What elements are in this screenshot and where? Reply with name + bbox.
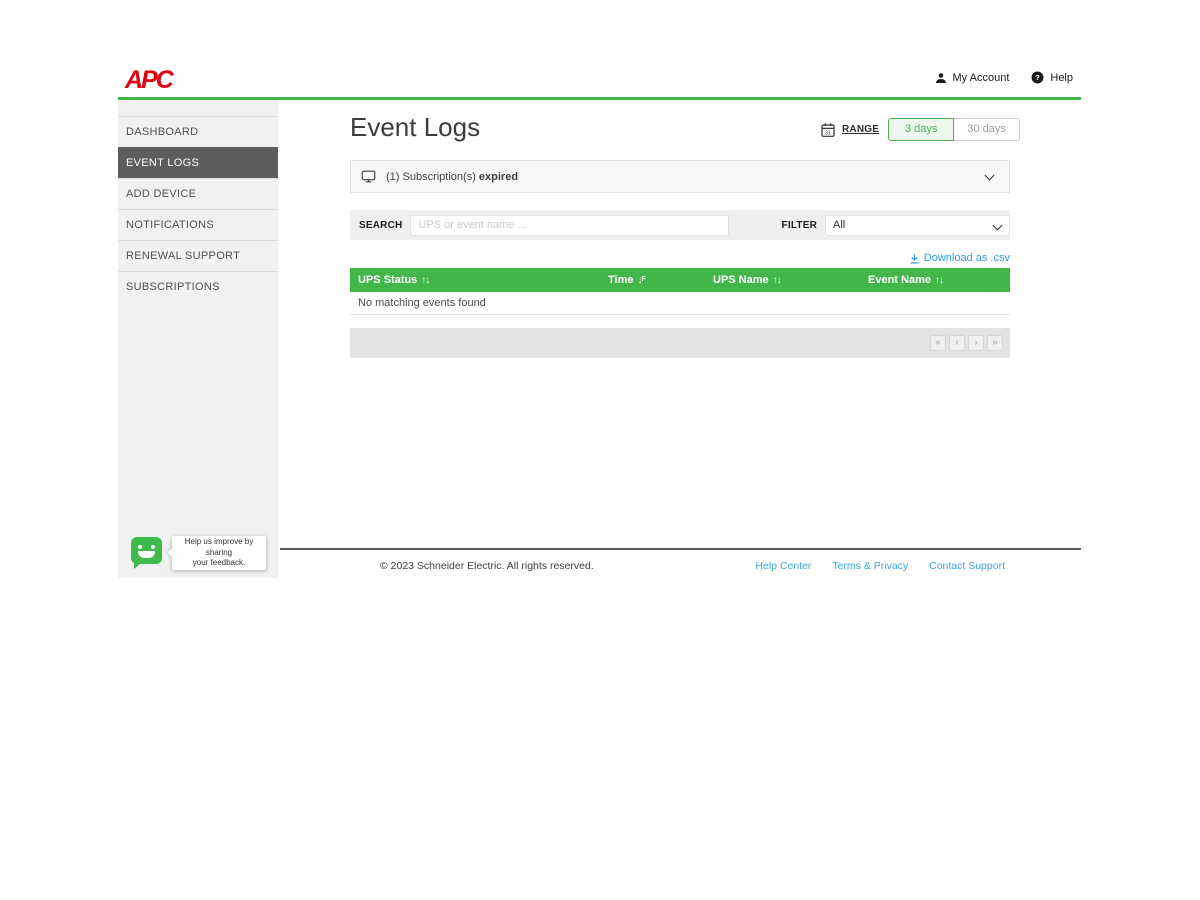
sort-icon: ↑↓ — [421, 275, 429, 286]
column-ups-name[interactable]: UPS Name↑↓ — [713, 268, 781, 293]
filter-select[interactable]: All — [825, 215, 1010, 236]
event-table-header: UPS Status↑↓ Time↓F UPS Name↑↓ Event Nam… — [350, 268, 1010, 292]
column-time[interactable]: Time↓F — [608, 268, 646, 293]
footer-divider — [280, 548, 1081, 550]
pagination-bar: « ‹ › » — [350, 328, 1010, 358]
sidebar-item-renewal-support[interactable]: RENEWAL SUPPORT — [118, 240, 278, 271]
filter-label: FILTER — [782, 220, 817, 231]
calendar-31-icon[interactable]: 31 — [820, 122, 836, 138]
account-area: My Account ? Help — [935, 71, 1073, 84]
sidebar-item-notifications[interactable]: NOTIFICATIONS — [118, 209, 278, 240]
help-label: Help — [1050, 72, 1073, 84]
sidebar-spacer — [118, 100, 278, 116]
help-button[interactable]: ? Help — [1031, 71, 1073, 84]
page-title: Event Logs — [350, 112, 480, 143]
sidebar-item-dashboard[interactable]: DASHBOARD — [118, 116, 278, 147]
range-toggle: 3 days 30 days — [888, 118, 1020, 141]
empty-table-message: No matching events found — [350, 292, 1010, 315]
subscription-notice[interactable]: (1) Subscription(s) expired — [350, 160, 1010, 193]
search-label: SEARCH — [359, 220, 402, 231]
monitor-icon — [361, 169, 376, 184]
help-center-link[interactable]: Help Center — [755, 560, 811, 572]
feedback-tooltip: Help us improve by sharing your feedback… — [172, 536, 266, 570]
my-account-label: My Account — [953, 72, 1010, 84]
download-icon — [909, 253, 920, 264]
range-30-days-button[interactable]: 30 days — [954, 118, 1020, 141]
next-page-button[interactable]: › — [968, 335, 984, 351]
my-account-button[interactable]: My Account — [935, 72, 1010, 84]
notice-highlight: expired — [479, 171, 518, 183]
feedback-smiley-icon[interactable] — [131, 537, 162, 564]
range-3-days-button[interactable]: 3 days — [888, 118, 954, 141]
column-event-name[interactable]: Event Name↑↓ — [868, 268, 943, 293]
user-icon — [935, 72, 947, 84]
pagination-buttons: « ‹ › » — [930, 335, 1003, 351]
search-input[interactable] — [410, 215, 728, 236]
sort-icon: ↑↓ — [935, 275, 943, 286]
apc-logo[interactable]: APC — [125, 66, 172, 95]
footer-links: Help Center Terms & Privacy Contact Supp… — [355, 560, 1005, 572]
sidebar-item-event-logs[interactable]: EVENT LOGS — [118, 147, 278, 178]
sort-suffix: F — [641, 276, 645, 283]
prev-page-button[interactable]: ‹ — [949, 335, 965, 351]
contact-support-link[interactable]: Contact Support — [929, 560, 1005, 572]
download-row: Download as .csv — [350, 252, 1010, 267]
range-control: 31 RANGE 3 days 30 days — [820, 118, 1020, 141]
sidebar-item-add-device[interactable]: ADD DEVICE — [118, 178, 278, 209]
column-ups-status[interactable]: UPS Status↑↓ — [358, 268, 429, 293]
terms-privacy-link[interactable]: Terms & Privacy — [832, 560, 908, 572]
sort-icon: ↑↓ — [773, 275, 781, 286]
sidebar-item-subscriptions[interactable]: SUBSCRIPTIONS — [118, 271, 278, 302]
search-filter-bar: SEARCH FILTER All — [350, 210, 1010, 240]
question-circle-icon: ? — [1031, 71, 1044, 84]
chevron-down-icon[interactable] — [985, 170, 995, 180]
notice-text: (1) Subscription(s) expired — [386, 171, 518, 183]
first-page-button[interactable]: « — [930, 335, 946, 351]
svg-text:?: ? — [1036, 73, 1041, 82]
range-label[interactable]: RANGE — [842, 124, 879, 135]
top-bar: APC My Account ? Help — [118, 60, 1081, 97]
svg-text:31: 31 — [825, 130, 831, 136]
filter-select-wrap: All — [825, 215, 1010, 236]
download-csv-link[interactable]: Download as .csv — [909, 252, 1010, 264]
last-page-button[interactable]: » — [987, 335, 1003, 351]
sidebar: DASHBOARD EVENT LOGS ADD DEVICE NOTIFICA… — [118, 100, 278, 578]
